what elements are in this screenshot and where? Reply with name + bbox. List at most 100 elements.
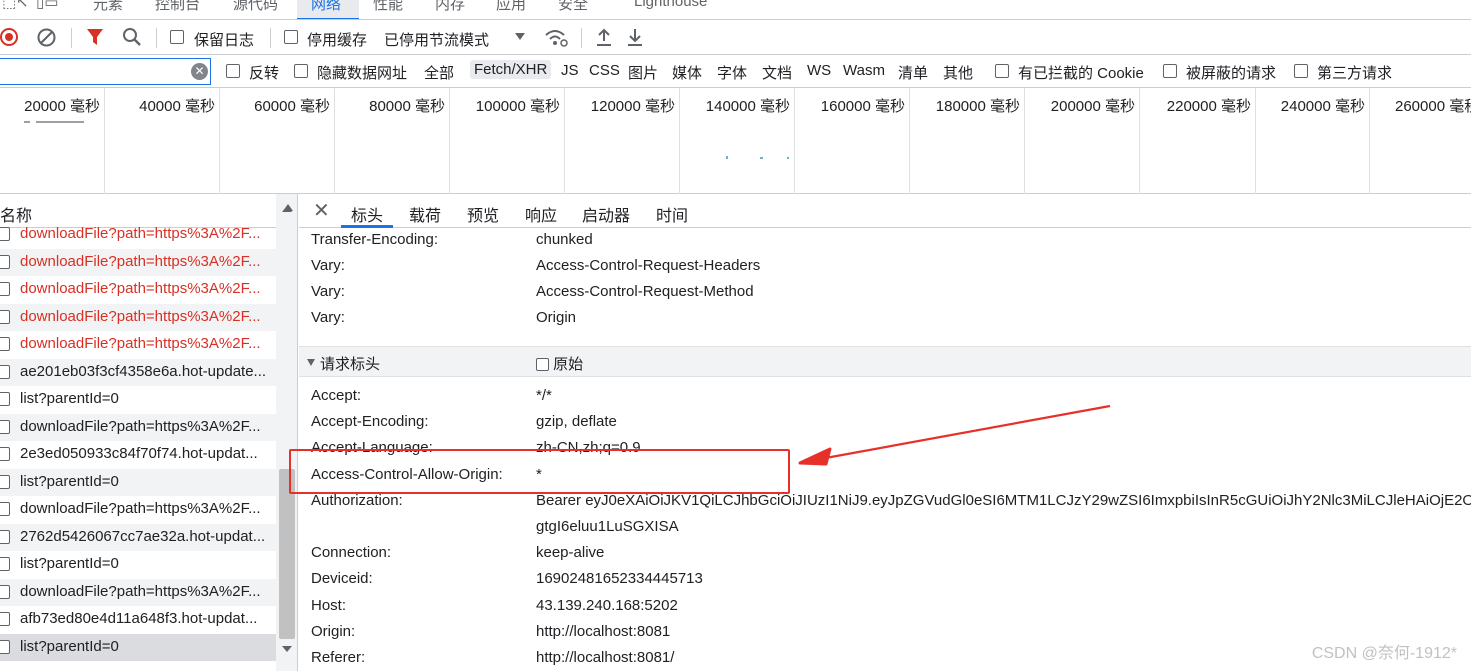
raw-toggle[interactable]: 原始 [536,353,583,374]
invert-label[interactable]: 反转 [249,62,279,83]
clear-icon[interactable] [36,27,57,48]
blocked-requests-label[interactable]: 被屏蔽的请求 [1186,62,1276,83]
tab-network[interactable]: 网络 [311,0,341,14]
hide-data-urls-label[interactable]: 隐藏数据网址 [317,62,407,83]
type-filter-js[interactable]: JS [561,62,579,79]
tab-security[interactable]: 安全 [558,0,588,14]
tab-response[interactable]: 响应 [525,202,557,226]
request-row[interactable]: downloadFile?path=https%3A%2F... [0,303,276,331]
search-icon[interactable] [122,27,142,47]
tab-console[interactable]: 控制台 [155,0,200,14]
type-filter-doc[interactable]: 文档 [762,62,792,83]
timeline-bar [726,156,728,159]
request-name: downloadFile?path=https%3A%2F... [20,582,261,600]
tick-label: 80000 毫秒 [369,98,445,115]
raw-checkbox[interactable] [536,358,549,371]
type-filter-wasm[interactable]: Wasm [843,62,885,79]
disable-cache-checkbox[interactable] [284,30,298,44]
request-row[interactable]: list?parentId=0 [0,551,276,579]
request-row[interactable]: downloadFile?path=https%3A%2F... [0,496,276,524]
request-row[interactable]: 2e3ed050933c84f70f74.hot-updat... [0,441,276,469]
third-party-label[interactable]: 第三方请求 [1317,62,1392,83]
type-filter-ws[interactable]: WS [807,62,831,79]
network-overview[interactable]: 20000 毫秒 40000 毫秒 60000 毫秒 80000 毫秒 1000… [0,88,1471,194]
request-row[interactable]: list?parentId=0 [0,468,276,496]
overview-tick: 220000 毫秒 [1140,88,1256,194]
tab-elements[interactable]: 元素 [93,0,123,14]
clear-filter-icon[interactable]: ✕ [191,63,208,80]
scroll-down-icon[interactable] [282,646,292,652]
watermark: CSDN @奈何-1912* [1311,645,1457,662]
tick-label: 240000 毫秒 [1280,98,1365,115]
preserve-log-checkbox[interactable] [170,30,184,44]
blocked-cookies-label[interactable]: 有已拦截的 Cookie [1018,62,1144,83]
expand-triangle-icon[interactable] [307,359,315,366]
request-row[interactable]: downloadFile?path=https%3A%2F... [0,221,276,249]
request-row[interactable]: afb73ed80e4d11a648f3.hot-updat... [0,606,276,634]
raw-label: 原始 [553,356,584,373]
request-row[interactable]: downloadFile?path=https%3A%2F... [0,276,276,304]
filter-bar: ✕ 反转 隐藏数据网址 全部 Fetch/XHR JS CSS 图片 媒体 字体… [0,55,1471,88]
chevron-down-icon[interactable] [514,32,526,42]
request-row[interactable]: ae201eb03f3cf4358e6a.hot-update... [0,358,276,386]
tab-performance[interactable]: 性能 [373,0,403,14]
import-har-icon[interactable] [595,27,613,47]
request-row[interactable]: downloadFile?path=https%3A%2F... [0,578,276,606]
type-filter-fetch-xhr[interactable]: Fetch/XHR [470,60,552,79]
request-headers-section[interactable]: 请求标头 原始 [299,346,1471,377]
row-icon [0,639,10,654]
inspect-icon[interactable]: ⬚↖ [2,0,29,11]
header-value: gzip, deflate [536,413,617,431]
type-filter-font[interactable]: 字体 [717,62,747,83]
type-filter-manifest[interactable]: 清单 [898,62,928,83]
type-filter-img[interactable]: 图片 [628,62,658,83]
request-row[interactable]: list?parentId=0 [0,386,276,414]
hide-data-urls-checkbox[interactable] [294,64,308,78]
tab-application[interactable]: 应用 [496,0,526,14]
filter-icon[interactable] [86,28,104,46]
record-stop-icon[interactable] [0,27,20,47]
request-name: downloadFile?path=https%3A%2F... [20,335,261,352]
row-icon [0,557,10,571]
type-filter-media[interactable]: 媒体 [672,62,702,83]
header-value: Bearer eyJ0eXAiOiJKV1QiLCJhbGciOiJIUzI1N… [536,491,1471,509]
tab-memory[interactable]: 内存 [435,0,465,14]
blocked-cookies-checkbox[interactable] [995,64,1009,78]
network-conditions-icon[interactable] [543,26,569,48]
tab-lighthouse[interactable]: Lighthouse [634,0,707,10]
scrollbar-thumb[interactable] [279,469,295,639]
tab-preview[interactable]: 预览 [467,202,499,226]
type-filter-other[interactable]: 其他 [943,62,973,83]
row-icon [0,612,10,626]
device-toggle-icon[interactable]: ▯▭ [36,0,58,11]
disable-cache-label[interactable]: 停用缓存 [307,29,367,50]
filter-input[interactable] [0,58,211,85]
tick-label: 100000 毫秒 [475,98,560,115]
throttle-select[interactable]: 已停用节流模式 [384,29,489,50]
request-row[interactable]: downloadFile?path=https%3A%2F... [0,413,276,441]
tab-headers[interactable]: 标头 [351,202,383,226]
tab-payload[interactable]: 载荷 [409,202,441,226]
sort-up-icon[interactable] [283,204,293,211]
request-row[interactable]: list?parentId=0 [0,633,276,661]
request-row[interactable]: 2762d5426067cc7ae32a.hot-updat... [0,523,276,551]
close-icon[interactable]: ✕ [313,198,330,223]
request-row[interactable]: downloadFile?path=https%3A%2F... [0,331,276,359]
blocked-requests-checkbox[interactable] [1163,64,1177,78]
tab-sources[interactable]: 源代码 [233,0,278,14]
export-har-icon[interactable] [626,27,644,47]
divider [156,28,157,48]
row-icon [0,474,10,489]
request-row[interactable]: downloadFile?path=https%3A%2F... [0,248,276,276]
tab-timing[interactable]: 时间 [656,202,688,226]
third-party-checkbox[interactable] [1294,64,1308,78]
header-value: Access-Control-Request-Headers [536,257,761,274]
type-filter-all[interactable]: 全部 [424,62,454,83]
tab-initiator[interactable]: 启动器 [582,202,630,226]
annotation-highlight-box [289,449,790,494]
row-icon [0,309,10,324]
overview-tick: 140000 毫秒 [680,88,795,194]
preserve-log-label[interactable]: 保留日志 [194,29,254,50]
invert-checkbox[interactable] [226,64,240,78]
type-filter-css[interactable]: CSS [589,62,620,79]
